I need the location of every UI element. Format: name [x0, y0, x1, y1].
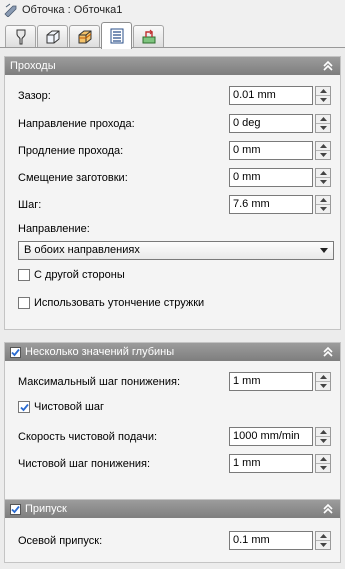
spin-down-icon[interactable] — [316, 463, 330, 472]
finishing-step-box[interactable] — [18, 401, 30, 413]
clearance-spinner[interactable] — [315, 86, 331, 105]
direction-mode-select[interactable]: В обоих направлениях — [18, 241, 334, 260]
other-side-checkbox[interactable]: С другой стороны — [18, 269, 125, 281]
spin-down-icon[interactable] — [316, 204, 330, 213]
depth-enable-checkbox[interactable] — [10, 346, 21, 358]
passes-icon — [110, 28, 123, 44]
finishing-feed-field: 1000 mm/min — [229, 427, 332, 446]
chip-thinning-label: Использовать утончение стружки — [34, 297, 205, 309]
stepover-input[interactable]: 7.6 mm — [229, 195, 313, 214]
pass-extension-label: Продление прохода: — [18, 145, 124, 157]
spin-down-icon[interactable] — [316, 123, 330, 132]
stock-enable-checkbox[interactable] — [10, 503, 21, 515]
max-stepdown-field: 1 mm — [229, 372, 332, 391]
passes-section: Проходы Зазор: 0.01 mm Направление прохо… — [4, 56, 341, 330]
finishing-feed-input[interactable]: 1000 mm/min — [229, 427, 313, 446]
depth-header[interactable]: Несколько значений глубины — [5, 343, 340, 361]
finishing-stepdown-label: Чистовой шаг понижения: — [18, 458, 151, 470]
check-icon — [19, 403, 29, 411]
direction-mode-label: Направление: — [18, 223, 90, 235]
spin-up-icon[interactable] — [316, 196, 330, 204]
finishing-step-label: Чистовой шаг — [34, 401, 105, 413]
clearance-input[interactable]: 0.01 mm — [229, 86, 313, 105]
parameters-panel: Проходы Зазор: 0.01 mm Направление прохо… — [0, 48, 345, 569]
finishing-feed-label: Скорость чистовой подачи: — [18, 431, 158, 443]
spin-up-icon[interactable] — [316, 142, 330, 150]
spin-up-icon[interactable] — [316, 169, 330, 177]
spin-down-icon[interactable] — [316, 436, 330, 445]
stock-offset-label: Смещение заготовки: — [18, 172, 128, 184]
max-stepdown-input[interactable]: 1 mm — [229, 372, 313, 391]
spin-up-icon[interactable] — [316, 373, 330, 381]
spin-down-icon[interactable] — [316, 540, 330, 549]
passes-header[interactable]: Проходы — [5, 57, 340, 75]
finishing-step-checkbox[interactable]: Чистовой шаг — [18, 401, 104, 413]
other-side-label: С другой стороны — [34, 269, 125, 281]
collapse-icon[interactable] — [322, 59, 334, 73]
stock-header[interactable]: Припуск — [5, 500, 340, 518]
spin-up-icon[interactable] — [316, 87, 330, 95]
check-icon — [11, 348, 20, 356]
window-title: Обточка : Обточка1 — [22, 4, 123, 16]
stepover-label: Шаг: — [18, 199, 42, 211]
spin-down-icon[interactable] — [316, 177, 330, 186]
finishing-stepdown-field: 1 mm — [229, 454, 332, 473]
chip-thinning-checkbox[interactable]: Использовать утончение стружки — [18, 297, 204, 309]
stock-offset-input[interactable]: 0 mm — [229, 168, 313, 187]
tab-passes[interactable] — [101, 22, 132, 49]
spin-down-icon[interactable] — [316, 150, 330, 159]
pass-extension-spinner[interactable] — [315, 141, 331, 160]
pass-direction-label: Направление прохода: — [18, 118, 135, 130]
tab-geometry[interactable] — [37, 25, 68, 48]
heights-icon — [78, 30, 91, 44]
finishing-stepdown-spinner[interactable] — [315, 454, 331, 473]
other-side-box[interactable] — [18, 269, 30, 281]
finishing-feed-spinner[interactable] — [315, 427, 331, 446]
tab-linking[interactable] — [133, 25, 164, 48]
stock-section: Припуск Осевой припуск: 0.1 mm — [4, 499, 341, 563]
passes-title: Проходы — [10, 60, 56, 72]
pass-direction-input[interactable]: 0 deg — [229, 114, 313, 133]
finishing-stepdown-input[interactable]: 1 mm — [229, 454, 313, 473]
axial-stock-spinner[interactable] — [315, 531, 331, 550]
spin-down-icon[interactable] — [316, 95, 330, 104]
axial-stock-input[interactable]: 0.1 mm — [229, 531, 313, 550]
collapse-icon[interactable] — [322, 502, 334, 516]
max-stepdown-spinner[interactable] — [315, 372, 331, 391]
spin-up-icon[interactable] — [316, 115, 330, 123]
geometry-icon — [46, 30, 59, 44]
stepover-field: 7.6 mm — [229, 195, 332, 214]
max-stepdown-label: Максимальный шаг понижения: — [18, 376, 181, 388]
pass-extension-field: 0 mm — [229, 141, 332, 160]
title-bar: Обточка : Обточка1 — [0, 0, 345, 20]
tool-icon — [16, 29, 25, 45]
axial-stock-field: 0.1 mm — [229, 531, 332, 550]
tab-heights[interactable] — [69, 25, 100, 48]
check-icon — [11, 505, 20, 513]
spin-down-icon[interactable] — [316, 381, 330, 390]
turning-icon — [4, 3, 17, 17]
tab-strip — [0, 20, 345, 49]
clearance-label: Зазор: — [18, 90, 51, 102]
spin-up-icon[interactable] — [316, 532, 330, 540]
spin-up-icon[interactable] — [316, 455, 330, 463]
pass-extension-input[interactable]: 0 mm — [229, 141, 313, 160]
pass-direction-spinner[interactable] — [315, 114, 331, 133]
spin-up-icon[interactable] — [316, 428, 330, 436]
direction-mode-value: В обоих направлениях — [24, 244, 140, 256]
pass-direction-field: 0 deg — [229, 114, 332, 133]
stepover-spinner[interactable] — [315, 195, 331, 214]
linking-icon — [142, 29, 155, 44]
tab-tool[interactable] — [5, 25, 36, 48]
stock-title: Припуск — [25, 503, 67, 515]
chip-thinning-box[interactable] — [18, 297, 30, 309]
collapse-icon[interactable] — [322, 345, 334, 359]
stock-offset-field: 0 mm — [229, 168, 332, 187]
depth-title: Несколько значений глубины — [25, 346, 175, 358]
stock-offset-spinner[interactable] — [315, 168, 331, 187]
axial-stock-label: Осевой припуск: — [18, 535, 103, 547]
clearance-field: 0.01 mm — [229, 86, 332, 105]
chevron-down-icon — [320, 248, 328, 253]
